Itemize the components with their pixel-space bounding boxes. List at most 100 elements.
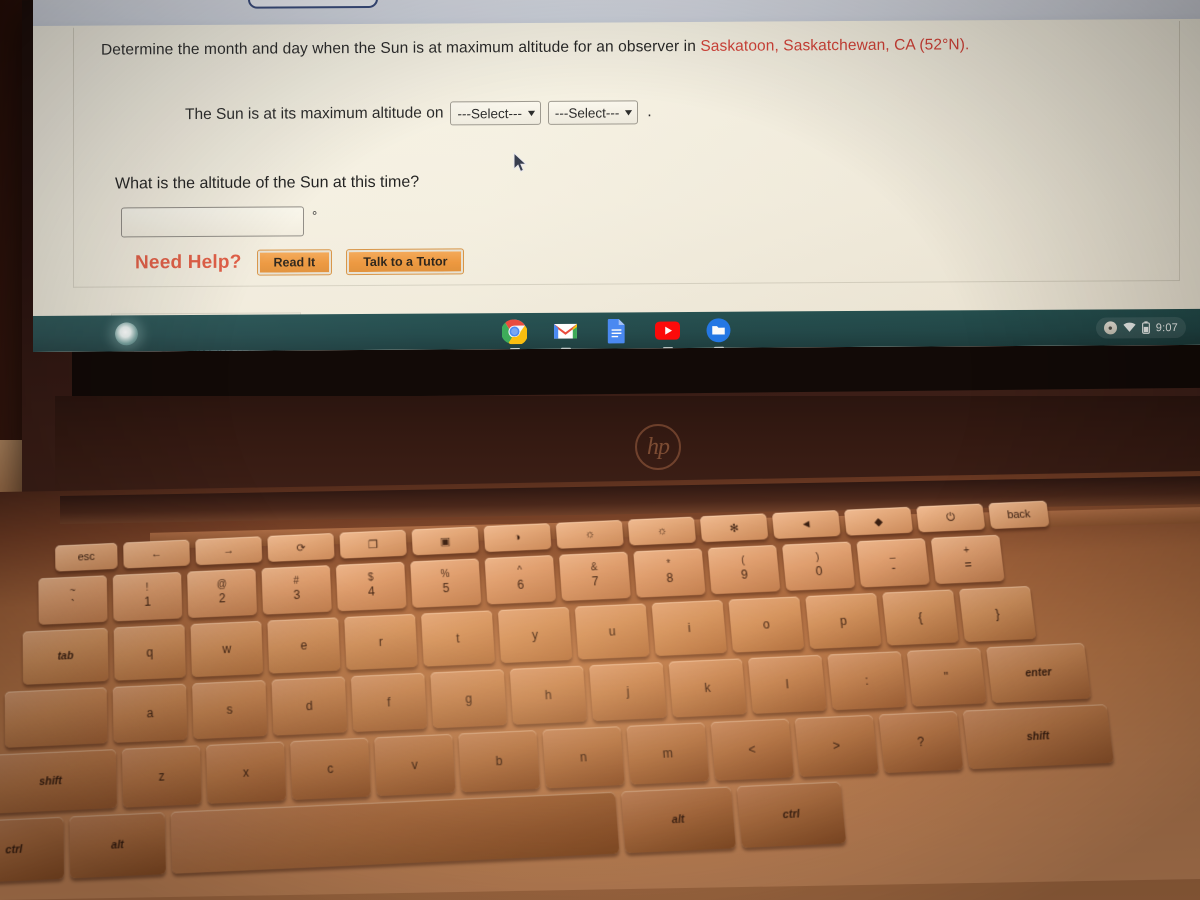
key-2[interactable]: @2: [187, 568, 258, 619]
key-r[interactable]: r: [344, 613, 418, 671]
clock-time[interactable]: 9:07: [1156, 322, 1178, 334]
key-v[interactable]: v: [374, 733, 456, 797]
key-[interactable]: >: [794, 714, 879, 777]
altitude-input[interactable]: [121, 206, 304, 238]
key-h[interactable]: h: [509, 665, 588, 725]
question-1-answer-row: The Sun is at its maximum altitude on --…: [185, 100, 652, 127]
key-ctrl[interactable]: ctrl: [736, 781, 847, 848]
battery-icon: [1141, 321, 1150, 334]
key-s[interactable]: s: [192, 680, 268, 740]
need-help-label: Need Help?: [135, 251, 242, 274]
key-[interactable]: ☼: [627, 516, 697, 546]
key-8[interactable]: * 8: [633, 548, 706, 598]
key-9[interactable]: (9: [707, 544, 781, 595]
launcher-button[interactable]: [115, 322, 138, 346]
key-shift[interactable]: shift: [962, 704, 1114, 770]
key-o[interactable]: o: [728, 596, 805, 653]
question-1-prompt-text: Determine the month and day when the Sun…: [101, 37, 701, 59]
key-[interactable]: ?: [878, 710, 964, 774]
key-4[interactable]: $4: [335, 561, 407, 612]
key-[interactable]: ❐: [339, 529, 407, 559]
month-select[interactable]: ---Select--- ▼: [450, 100, 541, 126]
degree-unit-label: °: [312, 208, 318, 224]
key-enter[interactable]: enter: [986, 642, 1092, 703]
key-[interactable]: ◑: [483, 523, 552, 553]
physical-keyboard: esc ← → ⟳ ❐ ▣ ◑ ☼ ☼ ✻ ◄ ◆ ⏻ back ~ `! 1 @2 #3 $4% 5 ^ 6 & 7 * 8(9…: [0, 481, 1200, 900]
key-[interactable]: ⏻: [916, 503, 986, 533]
key-shift[interactable]: shift: [0, 749, 117, 814]
key-alt[interactable]: alt: [69, 812, 166, 879]
files-icon[interactable]: [706, 317, 731, 349]
key-q[interactable]: q: [113, 624, 186, 681]
sentence-period: .: [647, 103, 652, 121]
webpage-content: Determine the month and day when the Sun…: [33, 18, 1200, 352]
key-c[interactable]: c: [290, 737, 371, 801]
shelf-app-icons: [500, 317, 731, 350]
system-tray[interactable]: ● 9:07: [1095, 316, 1186, 339]
key-g[interactable]: g: [430, 669, 508, 729]
chevron-down-icon: ▼: [622, 106, 635, 117]
key-f[interactable]: f: [350, 672, 428, 733]
key-y[interactable]: y: [497, 606, 573, 664]
avatar: ●: [1103, 321, 1117, 335]
key-w[interactable]: w: [190, 620, 264, 678]
key-ctrl[interactable]: ctrl: [0, 816, 65, 884]
talk-to-a-tutor-button[interactable]: Talk to a Tutor: [346, 248, 465, 276]
key-1[interactable]: ! 1: [112, 571, 183, 622]
key-5[interactable]: % 5: [410, 558, 482, 608]
key-x[interactable]: x: [206, 741, 287, 804]
key-[interactable]: ✻: [699, 513, 769, 543]
key-a[interactable]: a: [112, 683, 188, 743]
key-j[interactable]: j: [589, 661, 667, 722]
key-[interactable]: ▣: [411, 526, 480, 556]
key-[interactable]: }: [958, 585, 1037, 643]
key-t[interactable]: t: [421, 610, 496, 667]
key-[interactable]: ←: [123, 539, 190, 569]
key-p[interactable]: p: [805, 592, 882, 650]
gmail-icon[interactable]: [553, 318, 578, 350]
key-z[interactable]: z: [121, 745, 202, 808]
key-e[interactable]: e: [267, 617, 341, 674]
key-space[interactable]: [170, 791, 620, 874]
key-tab[interactable]: tab: [22, 627, 109, 685]
key-3[interactable]: #3: [261, 565, 332, 615]
question-2-prompt: What is the altitude of the Sun at this …: [115, 173, 420, 193]
key-alt[interactable]: alt: [621, 786, 736, 854]
key-[interactable]: ☼: [555, 519, 624, 549]
key-[interactable]: _ -: [856, 538, 930, 588]
key-[interactable]: →: [195, 536, 263, 566]
read-it-button[interactable]: Read It: [256, 249, 333, 276]
key-i[interactable]: i: [651, 599, 728, 657]
browser-toolbar-pill[interactable]: [248, 0, 378, 9]
key-m[interactable]: m: [626, 722, 710, 785]
hp-logo: hp: [635, 424, 681, 470]
key-[interactable]: <: [710, 718, 794, 781]
key-u[interactable]: u: [574, 603, 650, 660]
key-[interactable]: + =: [930, 534, 1005, 585]
key-[interactable]: ◆: [844, 506, 913, 536]
key-esc[interactable]: esc: [55, 542, 118, 572]
key-[interactable]: ~ `: [38, 575, 108, 625]
month-select-value: ---Select---: [457, 105, 522, 121]
key-n[interactable]: n: [542, 726, 625, 789]
key-[interactable]: ⟳: [267, 532, 335, 562]
key-[interactable]: ": [906, 647, 987, 707]
key-[interactable]: :: [827, 651, 907, 711]
key-l[interactable]: l: [747, 654, 827, 714]
youtube-icon[interactable]: [655, 318, 680, 349]
mouse-cursor-icon: [513, 151, 528, 173]
key-[interactable]: ◄: [771, 510, 841, 539]
key-7[interactable]: & 7: [558, 551, 631, 602]
key-[interactable]: {: [882, 589, 959, 646]
key-search[interactable]: [4, 687, 108, 748]
chrome-icon[interactable]: [500, 318, 528, 350]
key-d[interactable]: d: [271, 676, 348, 736]
day-select[interactable]: ---Select--- ▼: [547, 100, 639, 125]
need-help-row: Need Help? Read It Talk to a Tutor: [135, 248, 465, 276]
key-k[interactable]: k: [668, 658, 747, 718]
google-docs-icon[interactable]: [604, 318, 629, 343]
key-back[interactable]: back: [988, 500, 1050, 530]
key-b[interactable]: b: [458, 729, 541, 793]
key-6[interactable]: ^ 6: [484, 555, 557, 605]
key-0[interactable]: ) 0: [782, 541, 856, 591]
